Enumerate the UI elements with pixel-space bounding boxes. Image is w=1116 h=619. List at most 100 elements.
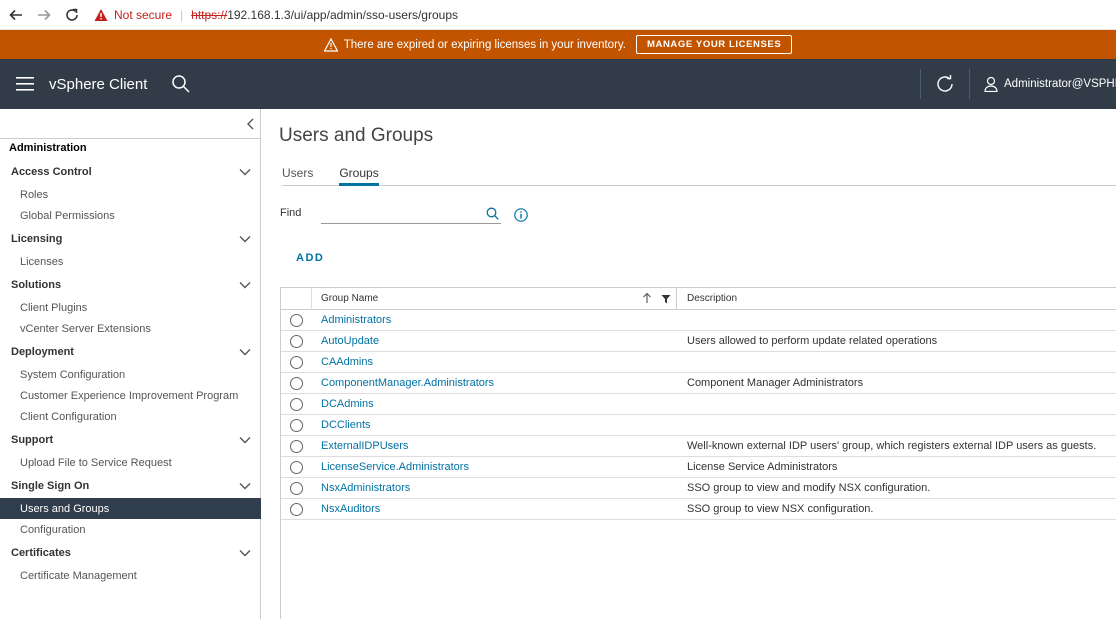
section-label: Licensing — [11, 232, 63, 245]
table-row[interactable]: CAAdmins — [281, 352, 1116, 373]
refresh-icon — [937, 75, 953, 92]
back-button[interactable] — [4, 3, 28, 27]
browser-toolbar: Not secure | https:// 192.168.1.3/ui/app… — [0, 0, 1116, 30]
table-row[interactable]: Administrators — [281, 310, 1116, 331]
manage-licenses-button[interactable]: MANAGE YOUR LICENSES — [636, 35, 793, 54]
group-name-link[interactable]: DCAdmins — [312, 398, 677, 410]
sidebar-item-vcenter-extensions[interactable]: vCenter Server Extensions — [0, 318, 261, 339]
sort-up-icon[interactable] — [642, 292, 652, 304]
row-select-radio[interactable] — [281, 418, 312, 432]
sidebar-item-licenses[interactable]: Licenses — [0, 251, 261, 272]
sidebar-item-ceip[interactable]: Customer Experience Improvement Program — [0, 385, 261, 406]
radio-icon — [290, 397, 303, 411]
section-deployment[interactable]: Deployment — [0, 339, 261, 364]
sidebar-item-roles[interactable]: Roles — [0, 184, 261, 205]
add-button[interactable]: ADD — [296, 252, 324, 264]
table-body: Administrators AutoUpdate Users allowed to… — [281, 310, 1116, 520]
select-column-header — [281, 287, 312, 310]
chevron-left-icon[interactable] — [244, 117, 258, 131]
section-single-sign-on[interactable]: Single Sign On — [0, 473, 261, 498]
search-icon[interactable] — [171, 74, 191, 94]
license-banner: There are expired or expiring licenses i… — [0, 30, 1116, 59]
radio-icon — [290, 481, 303, 495]
arrow-left-icon — [9, 9, 22, 20]
group-name-link[interactable]: AutoUpdate — [312, 335, 677, 347]
reload-button[interactable] — [60, 3, 84, 27]
group-name-link[interactable]: ExternalIDPUsers — [312, 440, 677, 452]
sidebar-item-global-permissions[interactable]: Global Permissions — [0, 205, 261, 226]
section-label: Solutions — [11, 278, 62, 291]
group-name-link[interactable]: LicenseService.Administrators — [312, 461, 677, 473]
warning-icon — [323, 37, 338, 52]
group-name-link[interactable]: CAAdmins — [312, 356, 677, 368]
table-row[interactable]: NsxAdministrators SSO group to view and m… — [281, 478, 1116, 499]
search-icon[interactable] — [486, 207, 499, 220]
column-header-group-name[interactable]: Group Name — [312, 287, 677, 310]
table-row[interactable]: ExternalIDPUsers Well-known external IDP … — [281, 436, 1116, 457]
app-title: vSphere Client — [49, 75, 148, 93]
tab-bar: Users Groups — [282, 164, 1116, 186]
sidebar-item-users-and-groups[interactable]: Users and Groups — [0, 498, 261, 519]
group-name-link[interactable]: ComponentManager.Administrators — [312, 377, 677, 389]
section-label: Certificates — [11, 546, 71, 559]
row-select-radio[interactable] — [281, 334, 312, 348]
banner-message: There are expired or expiring licenses i… — [343, 38, 626, 51]
row-select-radio[interactable] — [281, 397, 312, 411]
find-label: Find — [280, 207, 302, 219]
row-select-radio[interactable] — [281, 313, 312, 327]
user-menu[interactable]: Administrator@VSPHERE.LOCAL — [970, 76, 1116, 92]
sidebar-nav: Access Control Roles Global Permissions … — [0, 159, 261, 586]
info-icon[interactable] — [514, 208, 528, 222]
table-row[interactable]: DCClients — [281, 415, 1116, 436]
section-licensing[interactable]: Licensing — [0, 226, 261, 251]
radio-icon — [290, 376, 303, 390]
section-certificates[interactable]: Certificates — [0, 540, 261, 565]
table-row[interactable]: LicenseService.Administrators License Ser… — [281, 457, 1116, 478]
row-select-radio[interactable] — [281, 439, 312, 453]
filter-icon[interactable] — [661, 294, 671, 304]
sidebar-item-client-plugins[interactable]: Client Plugins — [0, 297, 261, 318]
url-scheme: https:// — [191, 7, 228, 22]
hamburger-icon — [16, 77, 34, 91]
address-bar[interactable]: Not secure | https:// 192.168.1.3/ui/app… — [94, 3, 458, 27]
chevron-down-icon — [239, 482, 251, 489]
refresh-button[interactable] — [921, 59, 969, 109]
group-description: License Service Administrators — [687, 461, 838, 473]
tab-users[interactable]: Users — [282, 164, 313, 186]
arrow-right-icon — [38, 9, 51, 20]
sidebar-item-system-configuration[interactable]: System Configuration — [0, 364, 261, 385]
table-row[interactable]: DCAdmins — [281, 394, 1116, 415]
group-name-link[interactable]: Administrators — [312, 314, 677, 326]
group-name-link[interactable]: DCClients — [312, 419, 677, 431]
sidebar-item-client-configuration[interactable]: Client Configuration — [0, 406, 261, 427]
sidebar-divider — [0, 138, 261, 139]
chevron-down-icon — [239, 436, 251, 443]
section-solutions[interactable]: Solutions — [0, 272, 261, 297]
find-input[interactable] — [321, 204, 501, 224]
table-row[interactable]: NsxAuditors SSO group to view NSX configu… — [281, 499, 1116, 520]
group-description: Well-known external IDP users' group, wh… — [687, 440, 1097, 452]
row-select-radio[interactable] — [281, 355, 312, 369]
section-access-control[interactable]: Access Control — [0, 159, 261, 184]
row-select-radio[interactable] — [281, 376, 312, 390]
row-select-radio[interactable] — [281, 481, 312, 495]
url-separator: | — [180, 7, 184, 22]
radio-icon — [290, 334, 303, 348]
row-select-radio[interactable] — [281, 502, 312, 516]
group-name-link[interactable]: NsxAuditors — [312, 503, 677, 515]
table-row[interactable]: AutoUpdate Users allowed to perform updat… — [281, 331, 1116, 352]
sidebar-item-certificate-management[interactable]: Certificate Management — [0, 565, 261, 586]
chevron-down-icon — [239, 168, 251, 175]
group-name-link[interactable]: NsxAdministrators — [312, 482, 677, 494]
sidebar-item-sso-configuration[interactable]: Configuration — [0, 519, 261, 540]
warning-icon — [94, 8, 108, 21]
row-select-radio[interactable] — [281, 460, 312, 474]
tab-groups[interactable]: Groups — [339, 164, 379, 186]
menu-button[interactable] — [0, 59, 50, 109]
section-support[interactable]: Support — [0, 427, 261, 452]
table-row[interactable]: ComponentManager.Administrators Component… — [281, 373, 1116, 394]
group-description: SSO group to view and modify NSX configu… — [687, 482, 931, 494]
forward-button[interactable] — [32, 3, 56, 27]
sidebar-item-upload-file[interactable]: Upload File to Service Request — [0, 452, 261, 473]
column-header-description[interactable]: Description — [677, 293, 1116, 304]
